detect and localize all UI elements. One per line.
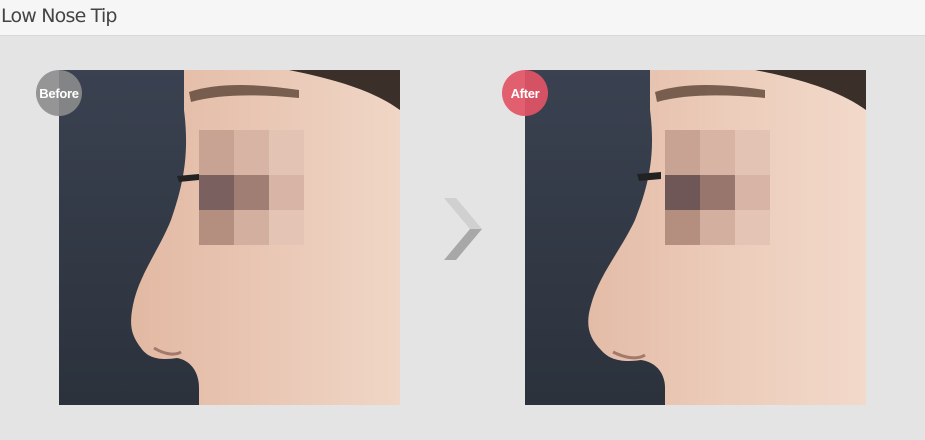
after-badge: After <box>502 70 548 116</box>
before-badge: Before <box>36 70 82 116</box>
chevron-right-icon <box>440 194 486 264</box>
header-bar: Low Nose Tip <box>0 0 925 36</box>
page-title: Low Nose Tip <box>1 5 117 27</box>
before-photo <box>59 70 400 405</box>
after-photo <box>525 70 866 405</box>
